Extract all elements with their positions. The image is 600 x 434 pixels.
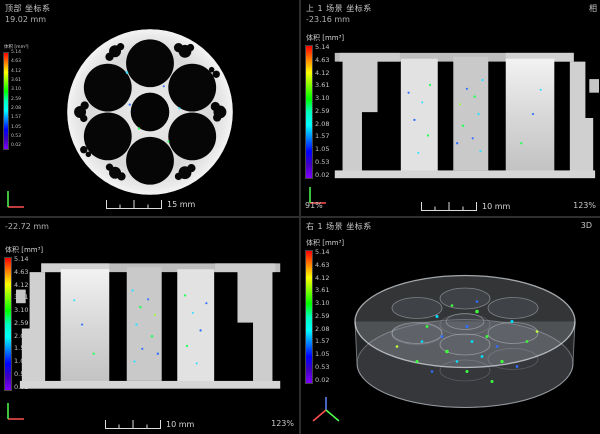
ct-analysis-app: 顶部 坐标系 19.02 mm 体积 [mm³] 5.14 4.63 4.12 3.6… [0, 0, 600, 434]
view-title: 右 1 场景 坐标系 [306, 221, 372, 232]
slice-position: -22.72 mm [5, 222, 49, 231]
view-mode-label: 3D [581, 221, 592, 230]
scale-label: 15 mm [167, 200, 195, 209]
ct-slice-top[interactable] [58, 20, 242, 204]
legend-value: 0.02 [11, 144, 21, 149]
axis-indicator-icon [5, 400, 27, 422]
zoom-level-right: 123% [573, 201, 596, 210]
ruler-icon [421, 202, 477, 211]
zoom-level-left: 91% [305, 201, 323, 210]
volume-legend: 体积 [mm³] 5.144.634.123.613.102.592.081.5… [4, 44, 29, 149]
view-title: 顶部 坐标系 [5, 3, 51, 14]
legend-value: 3.61 [11, 79, 21, 84]
legend-colorbar [5, 258, 11, 390]
ct-3d-rendering[interactable] [327, 240, 597, 428]
legend-value: 2.08 [11, 107, 21, 112]
ct-slice-front[interactable] [327, 46, 599, 187]
side-view-quadrant[interactable]: -22.72 mm 体积 [mm³] 5.144.634.123.613.102… [0, 218, 299, 434]
ruler-icon [106, 200, 162, 209]
view-mode-label: 相 [589, 3, 597, 14]
top-view-quadrant[interactable]: 顶部 坐标系 19.02 mm 体积 [mm³] 5.144.634.123.6… [0, 0, 299, 216]
legend-value: 3.10 [11, 88, 21, 93]
scale-bar: 10 mm [421, 202, 510, 211]
legend-colorbar [306, 251, 312, 383]
axis-triad-icon [309, 394, 343, 426]
legend-value: 4.63 [11, 60, 21, 65]
scale-label: 10 mm [482, 202, 510, 211]
legend-value: 1.57 [11, 116, 21, 121]
legend-value: 1.05 [11, 126, 21, 131]
legend-value: 0.53 [11, 135, 21, 140]
slice-position: 19.02 mm [5, 15, 46, 24]
scale-bar: 15 mm [106, 200, 195, 209]
three-d-view-quadrant[interactable]: 右 1 场景 坐标系 3D 体积 [mm³] 5.144.634.123.613… [301, 218, 600, 434]
ct-slice-side[interactable] [16, 256, 288, 398]
scale-label: 10 mm [166, 420, 194, 429]
axis-indicator-icon [5, 188, 27, 210]
legend-title: 体积 [mm³] [5, 245, 43, 255]
zoom-level-right: 123% [271, 419, 294, 428]
ruler-icon [105, 420, 161, 429]
view-title: 上 1 场景 坐标系 [306, 3, 372, 14]
legend-colorbar [4, 53, 8, 149]
scale-bar: 10 mm [105, 420, 194, 429]
legend-value: 4.12 [11, 70, 21, 75]
front-view-quadrant[interactable]: 上 1 场景 坐标系 相 -23.16 mm 体积 [mm³] 5.144.63… [301, 0, 600, 216]
legend-title: 体积 [mm³] [306, 33, 344, 43]
legend-colorbar [306, 46, 312, 178]
slice-position: -23.16 mm [306, 15, 350, 24]
legend-values: 5.14 4.63 4.12 3.61 3.10 2.59 2.08 1.57 1.05 0.53… [11, 51, 21, 149]
legend-value: 2.59 [11, 98, 21, 103]
legend-value: 5.14 [11, 51, 21, 56]
